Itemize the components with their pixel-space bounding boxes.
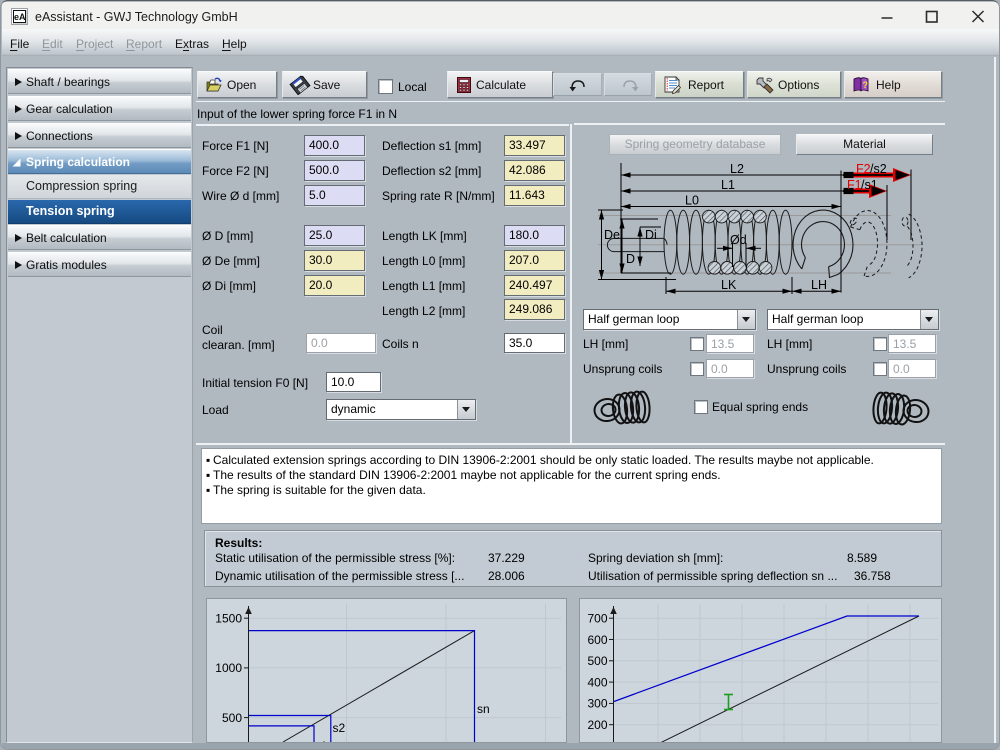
svg-text:100: 100: [587, 739, 607, 742]
svg-text:Ød: Ød: [730, 233, 747, 247]
svg-text:L1: L1: [721, 178, 735, 192]
svg-text:500: 500: [222, 711, 242, 725]
svg-text:500: 500: [587, 654, 607, 668]
svg-text:700: 700: [587, 612, 607, 626]
svg-text:s2: s2: [333, 721, 346, 735]
svg-text:Di: Di: [645, 228, 657, 242]
svg-text:F1: F1: [847, 178, 862, 192]
svg-text:L0: L0: [685, 194, 699, 208]
svg-text:F2: F2: [856, 162, 871, 176]
svg-text:/s1: /s1: [861, 178, 878, 192]
svg-text:D: D: [626, 252, 635, 266]
svg-text:1000: 1000: [215, 661, 242, 675]
svg-text:600: 600: [587, 633, 607, 647]
svg-text:1500: 1500: [215, 612, 242, 626]
svg-text:sn: sn: [477, 702, 490, 716]
svg-text:s1: s1: [315, 739, 328, 742]
svg-text:400: 400: [587, 675, 607, 689]
svg-text:L2: L2: [730, 162, 744, 176]
svg-text:?: ?: [863, 80, 869, 90]
svg-text:LH: LH: [811, 278, 827, 292]
svg-text:200: 200: [587, 718, 607, 732]
svg-text:De: De: [604, 228, 620, 242]
svg-text:300: 300: [587, 697, 607, 711]
svg-text:LK: LK: [721, 278, 737, 292]
svg-text:/s2: /s2: [870, 162, 887, 176]
